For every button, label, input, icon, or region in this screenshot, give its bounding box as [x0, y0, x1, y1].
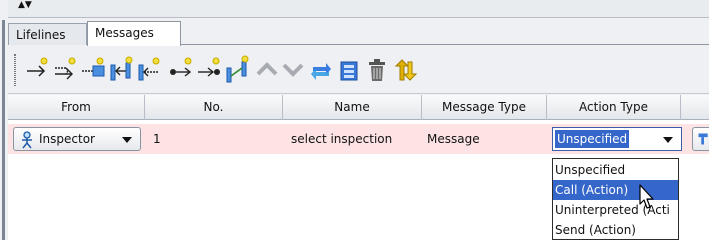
table-row[interactable]: Inspector 1 select inspection Message Un… — [8, 124, 709, 154]
delete-icon[interactable] — [364, 54, 390, 84]
from-value: Inspector — [39, 132, 95, 146]
column-header-action-type[interactable]: Action Type — [547, 95, 681, 120]
new-create-message-icon[interactable] — [80, 54, 106, 84]
message-icon — [698, 133, 708, 145]
new-return-message-icon[interactable] — [108, 54, 134, 84]
new-self-message-icon[interactable] — [52, 54, 78, 84]
table-header: From No. Name Message Type Action Type — [8, 95, 709, 120]
new-message-icon[interactable] — [24, 54, 50, 84]
dropdown-option-uninterpreted-action[interactable]: Uninterpreted (Acti — [553, 200, 678, 220]
actor-icon — [22, 131, 32, 149]
extra-column-button[interactable] — [692, 127, 709, 151]
tab-bar: Lifelines Messages — [8, 21, 709, 46]
table-icon[interactable] — [336, 54, 362, 84]
refresh-icon[interactable] — [308, 54, 334, 84]
dropdown-option-unspecified[interactable]: Unspecified — [553, 160, 678, 180]
dropdown-option-send-action[interactable]: Send (Action) — [553, 220, 678, 239]
new-found-message-icon[interactable] — [168, 54, 194, 84]
column-header-message-type[interactable]: Message Type — [422, 95, 547, 120]
column-header-name[interactable]: Name — [283, 95, 422, 120]
from-lifeline-select[interactable]: Inspector — [13, 127, 141, 151]
tab-messages[interactable]: Messages — [87, 21, 181, 46]
left-frame-border — [2, 20, 5, 240]
new-reply-message-icon[interactable] — [136, 54, 162, 84]
message-number[interactable]: 1 — [153, 124, 273, 154]
new-lost-message-icon[interactable] — [196, 54, 222, 84]
tab-lifelines[interactable]: Lifelines — [8, 23, 87, 45]
action-type-dropdown-list: Unspecified Call (Action) Uninterpreted … — [552, 158, 679, 240]
dropdown-option-call-action[interactable]: Call (Action) — [553, 180, 678, 200]
move-up-icon[interactable] — [254, 54, 280, 84]
action-type-select[interactable]: Unspecified — [552, 127, 682, 151]
column-header-extra[interactable] — [681, 95, 709, 120]
move-down-icon[interactable] — [280, 54, 306, 84]
action-type-value: Unspecified — [555, 130, 630, 148]
message-name[interactable]: select inspection — [291, 124, 416, 154]
toolbar — [8, 46, 709, 94]
chevron-down-icon — [122, 137, 132, 143]
mouse-pointer-icon — [639, 184, 654, 209]
toolbar-grip[interactable] — [14, 54, 16, 86]
column-header-from[interactable]: From — [8, 95, 145, 120]
chevron-down-icon — [663, 137, 673, 143]
collapse-expand-icon[interactable]: ▲▼ — [18, 1, 32, 10]
new-duplicate-message-icon[interactable] — [224, 54, 250, 84]
message-type[interactable]: Message — [427, 124, 542, 154]
column-header-no[interactable]: No. — [145, 95, 283, 120]
panel-collapse-bar[interactable]: ▲▼ — [8, 0, 709, 18]
sort-icon[interactable] — [392, 54, 418, 84]
